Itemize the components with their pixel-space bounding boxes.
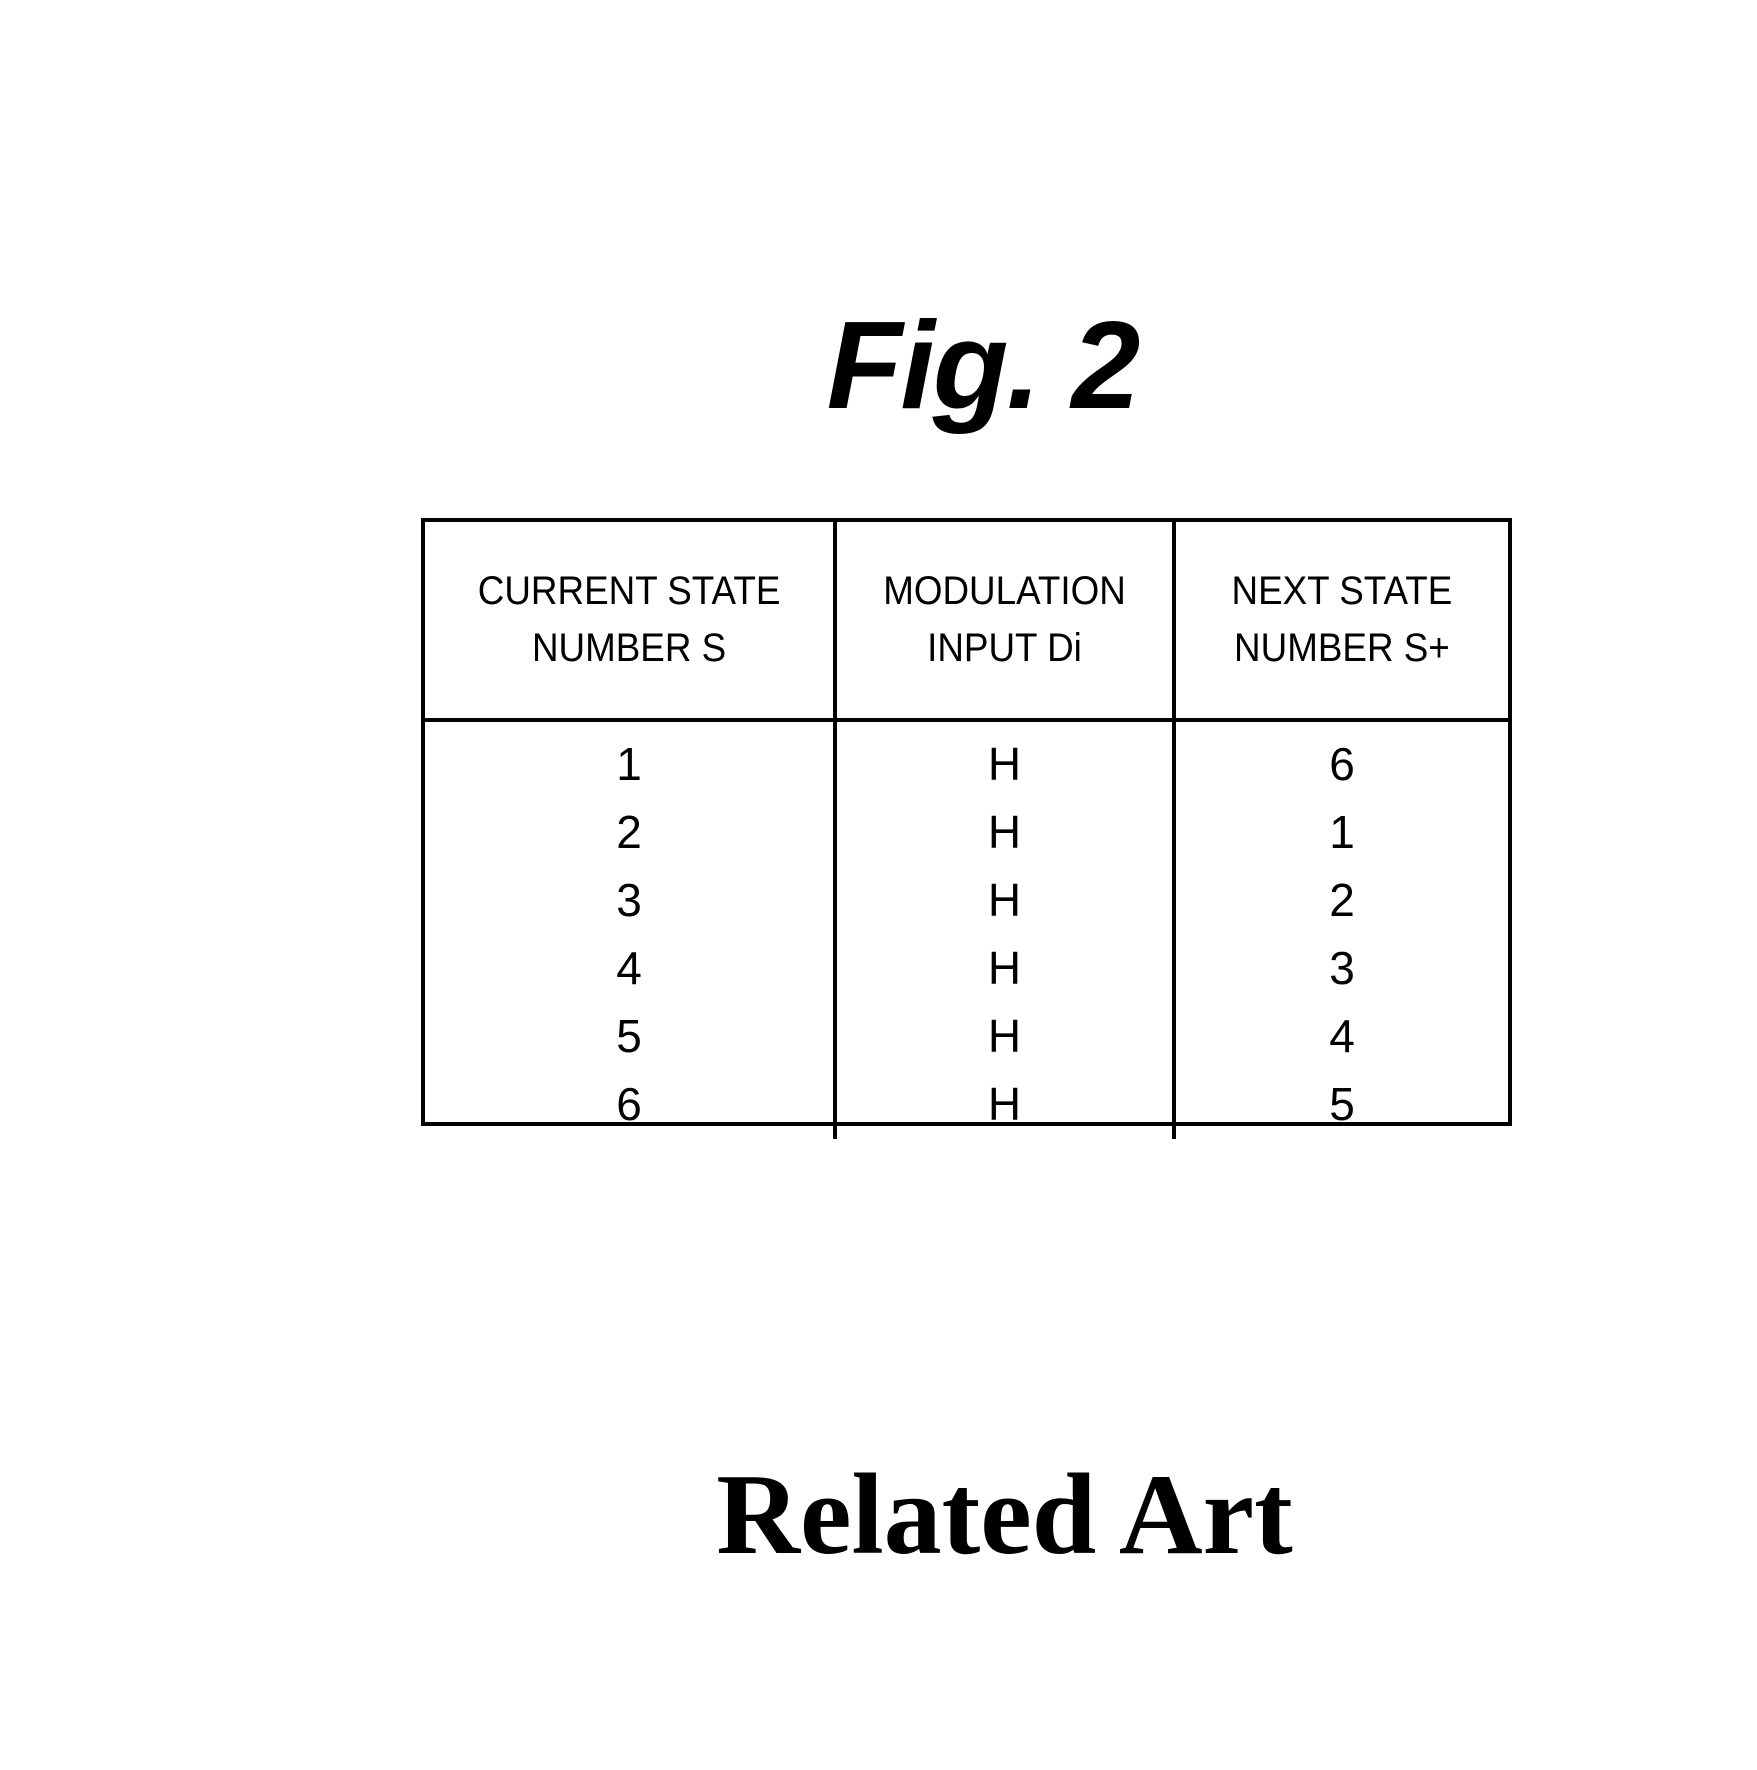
- header-modulation-input: MODULATION INPUT Di: [848, 522, 1163, 722]
- cell-next-state: 2: [1329, 874, 1355, 926]
- cell-modulation-input: H: [987, 738, 1022, 790]
- column-next-state: 6 1 2 3 4 5: [1174, 720, 1508, 1139]
- state-transition-table: CURRENT STATE NUMBER S MODULATION INPUT …: [421, 518, 1512, 1139]
- header-current-state: CURRENT STATE NUMBER S: [441, 522, 821, 722]
- column-current-state: 1 2 3 4 5 6: [425, 720, 837, 1139]
- cell-modulation-input: H: [987, 1078, 1022, 1130]
- cell-current-state: 6: [616, 1078, 642, 1130]
- cell-current-state: 3: [616, 874, 642, 926]
- figure-title: Fig. 2: [826, 297, 1141, 435]
- table-header-row: CURRENT STATE NUMBER S MODULATION INPUT …: [425, 522, 1508, 722]
- cell-next-state: 4: [1329, 1010, 1355, 1062]
- cell-current-state: 5: [616, 1010, 642, 1062]
- header-next-state-line2: NUMBER S+: [1234, 626, 1450, 670]
- header-next-state-line1: NEXT STATE: [1231, 569, 1453, 613]
- header-current-state-line2: NUMBER S: [531, 626, 727, 670]
- cell-current-state: 1: [616, 738, 642, 790]
- cell-current-state: 4: [616, 942, 642, 994]
- cell-modulation-input: H: [987, 806, 1022, 858]
- cell-next-state: 6: [1329, 738, 1355, 790]
- cell-next-state: 5: [1329, 1078, 1355, 1130]
- header-next-state: NEXT STATE NUMBER S+: [1187, 522, 1495, 722]
- cell-current-state: 2: [616, 806, 642, 858]
- column-modulation-input: H H H H H H: [835, 720, 1176, 1139]
- header-modulation-input-line2: INPUT Di: [927, 626, 1082, 670]
- cell-next-state: 3: [1329, 942, 1355, 994]
- cell-next-state: 1: [1329, 806, 1355, 858]
- figure-caption: Related Art: [716, 1451, 1293, 1579]
- cell-modulation-input: H: [987, 874, 1022, 926]
- cell-modulation-input: H: [987, 1010, 1022, 1062]
- cell-modulation-input: H: [987, 942, 1022, 994]
- header-modulation-input-line1: MODULATION: [883, 569, 1126, 613]
- table-body-row: 1 2 3 4 5 6 H H H H H H 6 1 2 3 4 5: [425, 720, 1508, 1139]
- header-current-state-line1: CURRENT STATE: [477, 569, 781, 613]
